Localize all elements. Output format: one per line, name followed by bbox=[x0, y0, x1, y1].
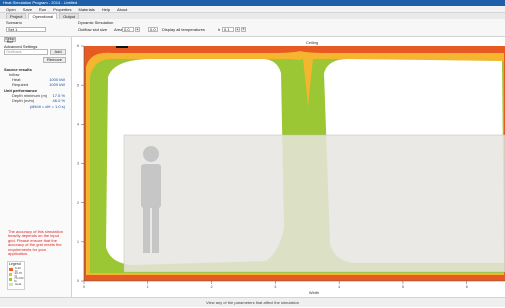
y-tick-label: 2 bbox=[77, 201, 79, 205]
legend-label: Heat bbox=[15, 282, 22, 286]
x-tick-label: 6 bbox=[466, 285, 468, 289]
input-value: 1000 kW bbox=[49, 82, 65, 87]
occupied-zone bbox=[123, 134, 505, 273]
area-stepper-up[interactable]: ▲ bbox=[135, 27, 140, 32]
area-input[interactable]: 0.0 bbox=[122, 27, 134, 32]
legend: Legend 0-40 % 40-70 % 70-100 % Heat bbox=[7, 261, 25, 290]
perf-label: Depth (m/m) bbox=[12, 98, 35, 103]
x-tick-label: 2 bbox=[211, 285, 213, 289]
scenario-select[interactable]: Set 1 bbox=[6, 27, 46, 32]
simulation-plot[interactable]: Ceiling 0 1 2 3 4 5 6 0 1 2 3 4 5 6 Width bbox=[72, 37, 505, 297]
time-input[interactable]: 0.1 bbox=[222, 27, 234, 32]
input-label: Required bbox=[12, 82, 29, 87]
outflow-slot-label: Outflow slot size bbox=[78, 27, 108, 32]
menu-properties[interactable]: Properties bbox=[53, 6, 71, 13]
ceiling-label: Ceiling bbox=[306, 40, 318, 45]
sidebar: Setup Run Advanced Settings Outflows Add… bbox=[0, 37, 72, 297]
menu-about[interactable]: About bbox=[117, 6, 127, 13]
display-temps-label: Display all temperatures bbox=[162, 27, 205, 32]
x-tick-label: 1 bbox=[147, 285, 149, 289]
dynamic-sim-label: Dynamic Simulation bbox=[78, 20, 114, 25]
menu-help[interactable]: Help bbox=[102, 6, 110, 13]
y-tick-label: 3 bbox=[77, 162, 79, 166]
x-tick-label: 0 bbox=[83, 285, 85, 289]
time-stepper-down[interactable]: ▼ bbox=[241, 27, 246, 32]
menu-materials[interactable]: Materials bbox=[79, 6, 95, 13]
time-stepper-up[interactable]: ▲ bbox=[235, 27, 240, 32]
y-tick-label: 4 bbox=[77, 123, 79, 127]
legend-swatch bbox=[9, 268, 13, 271]
add-button[interactable]: Add bbox=[50, 49, 66, 55]
setup-run-button[interactable]: Setup Run bbox=[4, 37, 16, 44]
outflows-input[interactable]: Outflows bbox=[4, 49, 48, 55]
menu-open[interactable]: Open bbox=[6, 6, 16, 13]
legend-swatch bbox=[9, 273, 13, 276]
toolbar: Scenario Set 1 Dynamic Simulation Outflo… bbox=[0, 19, 505, 37]
accuracy-warning: The accuracy of this simulation heavily … bbox=[8, 229, 63, 257]
supply-diffuser bbox=[116, 46, 128, 48]
legend-item: Heat bbox=[9, 282, 21, 287]
status-bar: View any of the parameters that affect t… bbox=[0, 297, 505, 307]
time-label: h bbox=[218, 27, 221, 32]
perf-value: 46.0 % bbox=[52, 98, 65, 103]
heat-map-svg: Ceiling 0 1 2 3 4 5 6 0 1 2 3 4 5 6 Width bbox=[77, 40, 505, 295]
menu-run[interactable]: Run bbox=[39, 6, 46, 13]
secondary-input[interactable]: 0.0 bbox=[148, 27, 158, 32]
y-tick-label: 5 bbox=[77, 83, 79, 87]
remove-button[interactable]: Remove bbox=[43, 57, 66, 63]
y-tick-label: 6 bbox=[77, 44, 79, 48]
x-tick-label: 4 bbox=[338, 285, 340, 289]
x-tick-label: 3 bbox=[274, 285, 276, 289]
legend-swatch bbox=[9, 283, 13, 286]
perf-note: (dH/dt = dH = 1.0 s) bbox=[29, 104, 65, 109]
menu-save[interactable]: Save bbox=[23, 6, 32, 13]
menu-bar: Open Save Run Properties Materials Help … bbox=[0, 6, 505, 13]
x-axis-label: Width bbox=[309, 290, 319, 295]
y-tick-label: 1 bbox=[77, 240, 79, 244]
x-tick-label: 5 bbox=[402, 285, 404, 289]
legend-swatch bbox=[9, 278, 13, 281]
y-tick-label: 0 bbox=[77, 279, 79, 283]
scenario-label: Scenario bbox=[6, 20, 22, 25]
